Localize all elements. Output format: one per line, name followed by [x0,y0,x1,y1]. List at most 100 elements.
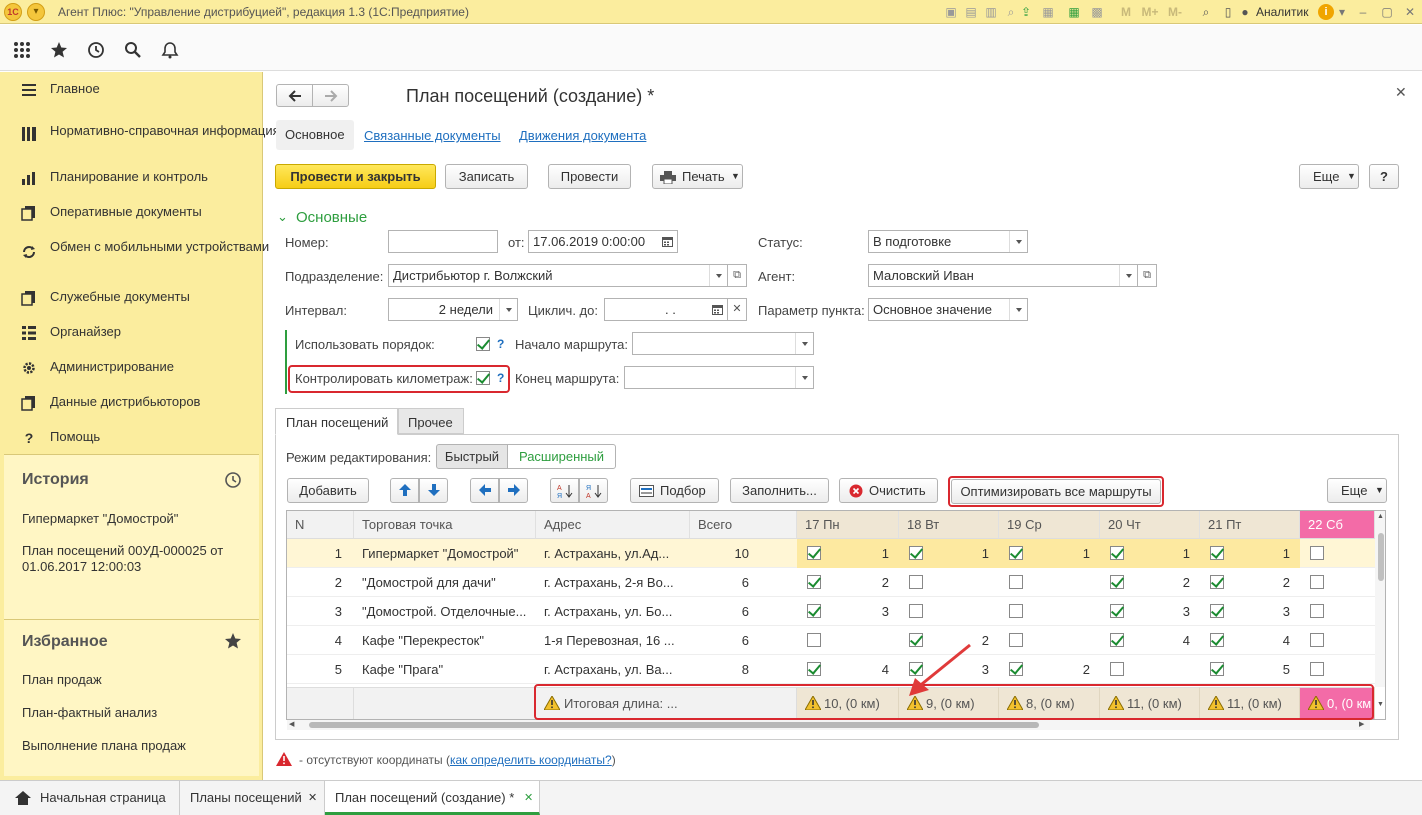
cell-day[interactable]: 1 [1200,539,1300,568]
table-row[interactable]: 4 Кафе "Перекресток" 1-я Перевозная, 16 ..… [287,626,1375,655]
tab-visit-plan[interactable]: План посещений [275,408,398,435]
history-icon[interactable] [87,41,105,59]
cell-day[interactable] [899,597,999,626]
column-header-day-22[interactable]: 22 Сб [1300,511,1375,539]
sidebar-item-distributor-data[interactable]: Данные дистрибьюторов [0,391,262,415]
history-item[interactable]: План посещений 00УД-000025 от 01.06.2017… [22,543,257,575]
favorites-star-icon[interactable] [224,632,242,650]
cell-total[interactable]: 6 [690,568,797,597]
column-header-day-20[interactable]: 20 Чт [1100,511,1200,539]
pick-button[interactable]: Подбор [630,478,719,503]
post-and-close-button[interactable]: Провести и закрыть [275,164,436,189]
cell-point[interactable]: "Домострой для дачи" [354,568,536,597]
cell-day[interactable] [899,568,999,597]
cell-day[interactable]: 2 [797,568,899,597]
clear-button[interactable]: Очистить [839,478,938,503]
route-end-select[interactable] [624,366,814,389]
tab-visit-plan-create[interactable]: План посещений (создание) * ✕ [325,781,540,815]
day-checkbox[interactable] [1210,633,1224,647]
favorites-item[interactable]: План продаж [22,672,257,688]
move-right-button[interactable] [499,478,528,503]
cell-total[interactable]: 6 [690,597,797,626]
memory-minus-icon[interactable]: M- [1165,4,1185,20]
history-icon[interactable] [224,471,242,489]
day-checkbox[interactable] [1009,575,1023,589]
section-title[interactable]: Основные [296,209,367,226]
cell-day[interactable] [1300,597,1375,626]
search-icon[interactable] [124,41,142,59]
open-division-icon[interactable]: ⧉ [727,264,747,287]
tab-visit-plans[interactable]: Планы посещений ✕ [180,781,325,815]
cell-day[interactable]: 1 [1100,539,1200,568]
point-param-select[interactable]: Основное значение [868,298,1028,321]
preview-icon[interactable]: ▥ [983,4,999,20]
sidebar-item-organizer[interactable]: Органайзер [0,321,262,345]
cell-total[interactable]: 10 [690,539,797,568]
day-checkbox[interactable] [1110,575,1124,589]
sidebar-item-service-docs[interactable]: Служебные документы [0,286,262,310]
day-checkbox[interactable] [807,633,821,647]
cell-day[interactable]: 3 [1200,597,1300,626]
cell-address[interactable]: г. Астрахань, ул. Ва... [536,655,690,684]
cell-n[interactable]: 2 [287,568,354,597]
day-checkbox[interactable] [1110,604,1124,618]
help-hint[interactable]: ? [497,337,504,351]
cell-day[interactable]: 4 [1100,626,1200,655]
chevron-down-icon[interactable] [795,367,813,388]
tab-other[interactable]: Прочее [398,408,464,434]
post-button[interactable]: Провести [548,164,631,189]
day-checkbox[interactable] [807,604,821,618]
day-checkbox[interactable] [1210,662,1224,676]
date-input[interactable]: 17.06.2019 0:00:00 [528,230,678,253]
cell-point[interactable]: "Домострой. Отделочные... [354,597,536,626]
cell-day[interactable] [1300,568,1375,597]
favorites-item[interactable]: Выполнение плана продаж [22,738,257,754]
table-row[interactable]: 5 Кафе "Прага" г. Астрахань, ул. Ва... 8 4 3 2… [287,655,1375,684]
favorites-item[interactable]: План-фактный анализ [22,705,257,721]
day-checkbox[interactable] [1210,604,1224,618]
column-header-address[interactable]: Адрес [536,511,690,539]
cell-n[interactable]: 1 [287,539,354,568]
chevron-down-icon[interactable] [1009,231,1027,252]
cell-n[interactable]: 5 [287,655,354,684]
user-name[interactable]: Аналитик [1256,5,1308,19]
day-checkbox[interactable] [1009,604,1023,618]
maximize-icon[interactable]: ▢ [1379,4,1395,20]
cell-day[interactable] [1300,539,1375,568]
save-button[interactable]: Записать [445,164,528,189]
back-button[interactable] [276,84,313,107]
day-checkbox[interactable] [1210,546,1224,560]
chevron-down-icon[interactable] [795,333,813,354]
chevron-down-icon[interactable] [1009,299,1027,320]
column-header-n[interactable]: N [287,511,354,539]
cell-day[interactable] [999,568,1100,597]
cell-day[interactable]: 2 [1100,568,1200,597]
scroll-right-icon[interactable]: ▶ [1359,720,1364,728]
cell-total[interactable]: 6 [690,626,797,655]
vertical-scrollbar[interactable]: ▲ [1375,511,1385,687]
sidebar-item-planning[interactable]: Планирование и контроль [0,166,262,190]
status-select[interactable]: В подготовке [868,230,1028,253]
horizontal-scrollbar[interactable]: ◀ ▶ [287,720,1370,730]
day-checkbox[interactable] [1310,546,1324,560]
cell-point[interactable]: Кафе "Перекресток" [354,626,536,655]
edit-mode-extended[interactable]: Расширенный [507,444,616,469]
route-start-select[interactable] [632,332,814,355]
chevron-down-icon[interactable] [1119,265,1137,286]
number-input[interactable] [388,230,498,253]
minimize-icon[interactable]: – [1355,4,1371,20]
forward-button[interactable] [312,84,349,107]
cell-day[interactable]: 1 [899,539,999,568]
chevron-down-icon[interactable] [709,265,727,286]
day-checkbox[interactable] [1009,633,1023,647]
day-checkbox[interactable] [909,546,923,560]
print-button[interactable]: Печать ▼ [652,164,743,189]
open-agent-icon[interactable]: ⧉ [1137,264,1157,287]
cell-day[interactable]: 5 [1200,655,1300,684]
cell-point[interactable]: Гипермаркет "Домострой" [354,539,536,568]
apps-grid-icon[interactable] [13,41,31,59]
table-row[interactable]: 1 Гипермаркет "Домострой" г. Астрахань, ул… [287,539,1375,568]
move-down-button[interactable] [419,478,448,503]
calculator-icon[interactable]: ▦ [1066,4,1082,20]
day-checkbox[interactable] [1310,662,1324,676]
